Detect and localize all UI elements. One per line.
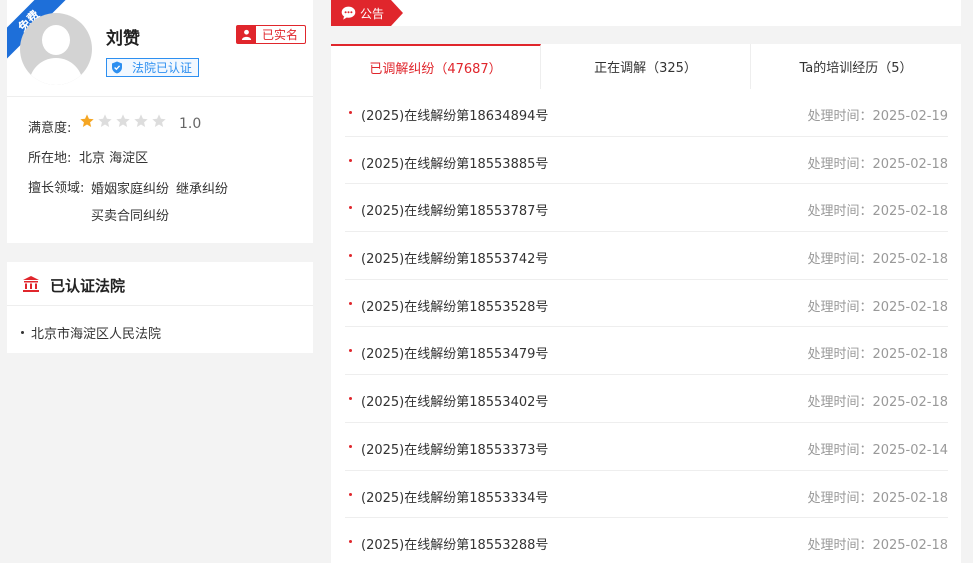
case-list: (2025)在线解纷第18634894号 处理时间：2025-02-19 (202…: [345, 89, 948, 563]
bullet-dot: [349, 349, 352, 353]
case-row[interactable]: (2025)在线解纷第18553885号 处理时间：2025-02-18: [345, 137, 948, 185]
court-verified-label: 法院已认证: [132, 61, 193, 75]
divider: [7, 96, 313, 97]
tab-training[interactable]: Ta的培训经历（5）: [751, 44, 961, 89]
specialty-label: 擅长领域:: [28, 181, 85, 196]
bullet-dot: [349, 206, 352, 210]
bullet-dot: [349, 397, 352, 401]
case-title[interactable]: (2025)在线解纷第18553402号: [361, 391, 548, 410]
case-time: 处理时间：2025-02-18: [807, 538, 948, 554]
star-filled-icon: [80, 114, 94, 127]
bullet-dot: [349, 254, 352, 258]
case-time: 处理时间：2025-02-18: [807, 204, 948, 220]
case-title[interactable]: (2025)在线解纷第18553373号: [361, 439, 548, 458]
bullet-dot: [349, 158, 352, 162]
rating-value: 1.0: [179, 116, 202, 132]
case-time: 处理时间：2025-02-18: [807, 490, 948, 506]
verified-courts-title: 已认证法院: [50, 277, 126, 295]
specialty-tag: 买卖合同纠纷: [91, 209, 170, 224]
verified-courts-header: 已认证法院: [7, 262, 313, 306]
star-empty-icon: [98, 114, 112, 127]
court-item: 北京市海淀区人民法院: [21, 323, 161, 342]
realname-badge-label: 已实名: [262, 28, 299, 42]
case-time: 处理时间：2025-02-18: [807, 395, 948, 411]
star-empty-icon: [152, 114, 166, 127]
case-row[interactable]: (2025)在线解纷第18634894号 处理时间：2025-02-19: [345, 89, 948, 137]
case-title[interactable]: (2025)在线解纷第18553742号: [361, 248, 548, 267]
case-time: 处理时间：2025-02-18: [807, 156, 948, 172]
shield-check-icon: [107, 61, 127, 74]
avatar: [20, 13, 92, 85]
case-row[interactable]: (2025)在线解纷第18553288号 处理时间：2025-02-18: [345, 518, 948, 563]
bullet-dot: [349, 301, 352, 305]
case-row[interactable]: (2025)在线解纷第18553334号 处理时间：2025-02-18: [345, 471, 948, 519]
star-empty-icon: [134, 114, 148, 127]
case-title[interactable]: (2025)在线解纷第18553334号: [361, 487, 548, 506]
case-time: 处理时间：2025-02-18: [807, 252, 948, 268]
case-row[interactable]: (2025)在线解纷第18553373号 处理时间：2025-02-14: [345, 423, 948, 471]
case-time: 处理时间：2025-02-18: [807, 347, 948, 363]
case-title[interactable]: (2025)在线解纷第18634894号: [361, 105, 548, 124]
specialty-tag: 婚姻家庭纠纷: [91, 182, 170, 197]
tab-bar: 已调解纠纷（47687） 正在调解（325） Ta的培训经历（5）: [331, 44, 961, 89]
chat-bubble-icon: [341, 6, 356, 20]
case-title[interactable]: (2025)在线解纷第18553288号: [361, 534, 548, 553]
realname-badge: 已实名: [236, 25, 307, 44]
case-title[interactable]: (2025)在线解纷第18553528号: [361, 296, 548, 315]
satisfaction-label: 满意度:: [28, 121, 72, 136]
announcement-bar: 公告: [331, 0, 961, 26]
case-title[interactable]: (2025)在线解纷第18553479号: [361, 343, 548, 362]
court-verified-badge: 法院已认证: [106, 58, 200, 77]
cases-panel: 已调解纠纷（47687） 正在调解（325） Ta的培训经历（5） (2025)…: [331, 44, 961, 563]
announcement-label: 公告: [360, 6, 385, 21]
tab-resolved[interactable]: 已调解纠纷（47687）: [331, 44, 541, 89]
star-empty-icon: [116, 114, 130, 127]
announcement-tag: 公告: [331, 0, 403, 26]
case-time: 处理时间：2025-02-14: [807, 442, 948, 458]
case-title[interactable]: (2025)在线解纷第18553885号: [361, 153, 548, 172]
case-row[interactable]: (2025)在线解纷第18553787号 处理时间：2025-02-18: [345, 184, 948, 233]
bullet-dot: [349, 111, 352, 114]
case-row[interactable]: (2025)在线解纷第18553742号 处理时间：2025-02-18: [345, 232, 948, 280]
location-value: 北京 海淀区: [79, 151, 149, 166]
mediator-name: 刘赞: [106, 29, 140, 49]
tab-in-progress[interactable]: 正在调解（325）: [541, 44, 751, 89]
specialty-tag: 继承纠纷: [176, 182, 229, 197]
case-row[interactable]: (2025)在线解纷第18553402号 处理时间：2025-02-18: [345, 375, 948, 423]
bullet-dot: [349, 540, 352, 544]
user-icon: [237, 26, 256, 43]
case-time: 处理时间：2025-02-18: [807, 299, 948, 315]
location-label: 所在地:: [28, 151, 72, 166]
bullet-dot: [349, 492, 352, 496]
case-row[interactable]: (2025)在线解纷第18553528号 处理时间：2025-02-18: [345, 280, 948, 328]
case-title[interactable]: (2025)在线解纷第18553787号: [361, 200, 548, 219]
profile-card: 免费 刘赞 已实名 法院已认证 满意度: 1.0 所在地: 北京 海淀区 擅长领…: [7, 0, 313, 243]
rating-stars: [79, 113, 167, 129]
bullet-dot: [349, 444, 352, 448]
case-row[interactable]: (2025)在线解纷第18553479号 处理时间：2025-02-18: [345, 327, 948, 376]
verified-courts-card: 已认证法院 北京市海淀区人民法院: [7, 262, 313, 353]
court-building-icon: [22, 275, 40, 293]
case-time: 处理时间：2025-02-19: [807, 109, 948, 124]
